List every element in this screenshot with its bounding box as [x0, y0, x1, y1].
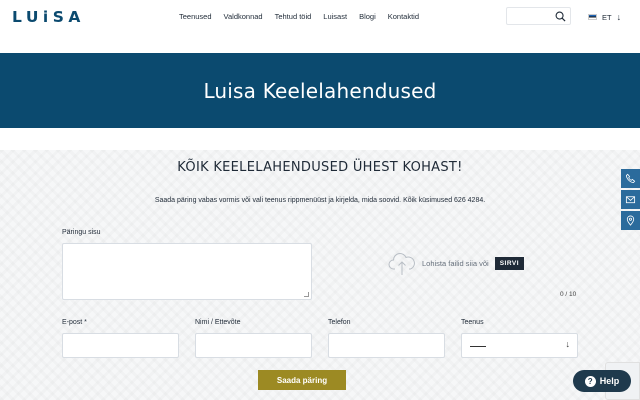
- nav-item-blogi[interactable]: Blogi: [359, 12, 376, 21]
- file-dropzone[interactable]: Lohista failid siia või SIRVI: [388, 250, 525, 276]
- location-icon: [626, 215, 635, 226]
- phone-label: Telefon: [328, 319, 351, 326]
- page-title: Luisa Keelelahendused: [203, 78, 437, 103]
- help-label: Help: [599, 376, 620, 386]
- nav-item-luisast[interactable]: Luisast: [323, 12, 347, 21]
- chevron-down-icon: ↓: [616, 12, 622, 22]
- logo[interactable]: LUiSA: [12, 8, 85, 26]
- resize-handle[interactable]: [304, 292, 309, 297]
- name-label: Nimi / Ettevõte: [195, 319, 241, 326]
- dropzone-text: Lohista failid siia või: [422, 258, 489, 268]
- submit-button[interactable]: Saada päring: [258, 370, 346, 390]
- site-header: LUiSA Teenused Valdkonnad Tehtud töid Lu…: [0, 0, 640, 53]
- phone-icon: [625, 173, 636, 184]
- chevron-down-icon: ↓: [565, 339, 571, 349]
- phone-side-button[interactable]: [621, 169, 640, 188]
- search-icon[interactable]: [555, 11, 566, 22]
- main-nav: Teenused Valdkonnad Tehtud töid Luisast …: [179, 12, 419, 21]
- section-intro: Saada päring vabas vormis või vali teenu…: [154, 197, 486, 204]
- service-select[interactable]: ↓: [461, 333, 578, 358]
- estonian-flag-icon: [588, 14, 597, 20]
- hero-banner: Luisa Keelelahendused: [0, 53, 640, 128]
- help-icon: ?: [584, 375, 596, 387]
- service-placeholder: [470, 346, 486, 347]
- help-button[interactable]: ? Help: [573, 370, 631, 392]
- email-label: E-post *: [62, 319, 87, 326]
- mail-side-button[interactable]: [621, 190, 640, 209]
- service-label: Teenus: [461, 319, 484, 326]
- browse-button[interactable]: SIRVI: [494, 256, 525, 270]
- phone-field[interactable]: [328, 333, 445, 358]
- search-input[interactable]: [506, 7, 571, 25]
- nav-item-tehtud-toid[interactable]: Tehtud töid: [275, 12, 312, 21]
- file-counter: 0 / 10: [560, 291, 577, 298]
- language-code: ET: [602, 12, 612, 22]
- message-label: Päringu sisu: [62, 229, 101, 236]
- message-textarea[interactable]: [62, 243, 312, 300]
- section-heading: KÕIK KEELELAHENDUSED ÜHEST KOHAST!: [177, 160, 463, 175]
- location-side-button[interactable]: [621, 211, 640, 230]
- nav-item-kontaktid[interactable]: Kontaktid: [388, 12, 419, 21]
- nav-item-valdkonnad[interactable]: Valdkonnad: [224, 12, 263, 21]
- name-field[interactable]: [195, 333, 312, 358]
- mail-icon: [625, 196, 636, 204]
- language-switcher[interactable]: ET ↓: [588, 12, 621, 22]
- cloud-upload-icon: [388, 253, 415, 275]
- nav-item-teenused[interactable]: Teenused: [179, 12, 212, 21]
- email-field[interactable]: [62, 333, 179, 358]
